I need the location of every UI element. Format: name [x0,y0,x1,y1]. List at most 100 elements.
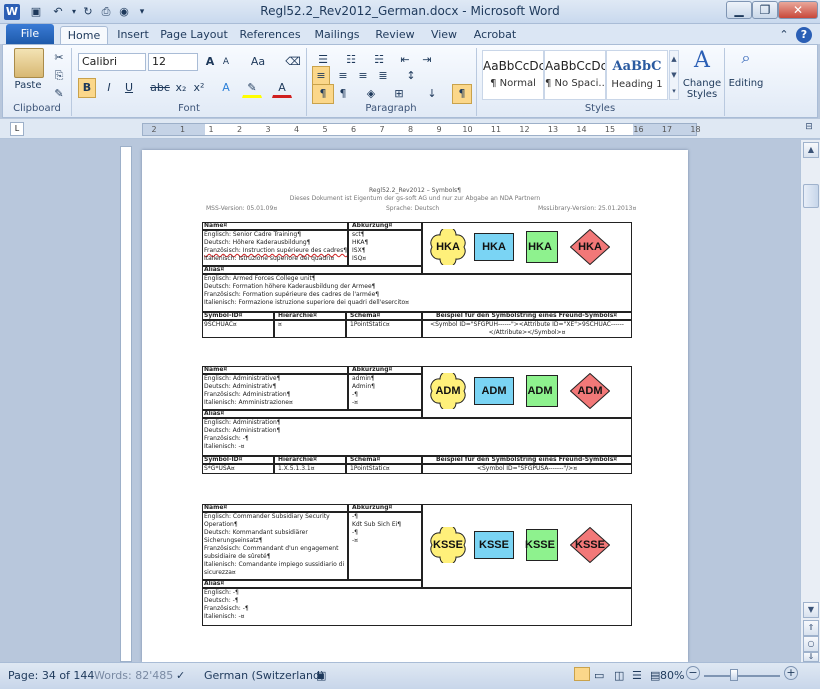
vertical-ruler[interactable] [120,146,132,662]
align-center-icon[interactable]: ≡ [334,66,352,86]
highlight-icon[interactable]: ✎ [242,78,262,98]
name-header: Name¤ [204,504,228,511]
symbol-label: ADM [481,385,507,397]
symbol-label: KSSE [479,539,509,551]
minimize-ribbon-icon[interactable]: ⌃ [776,27,792,43]
grow-font-button[interactable]: A [202,52,218,72]
justify-icon[interactable]: ≣ [374,66,392,86]
zoom-level[interactable]: 80% [660,669,684,682]
style-sample: AaBbC [612,59,662,74]
styles-scroll[interactable]: ▲ ▼ ▾ [669,50,679,100]
abbr-header: Abkürzung¤ [352,366,393,373]
tab-page-layout[interactable]: Page Layout [160,26,228,44]
show-hide-paragraph-icon[interactable]: ¶ [452,84,472,104]
text-effects-icon[interactable]: A [216,78,236,98]
symbol-clover: ADM [428,370,468,412]
select-browse-object-button[interactable]: ○ [803,636,819,652]
previous-page-button[interactable]: ⇑ [803,620,819,636]
styles-group-label: Styles [584,103,616,114]
style-no-spacing[interactable]: AaBbCcDc ¶ No Spaci... [544,50,606,100]
paste-icon[interactable] [14,48,44,78]
close-button[interactable]: ✕ [778,1,818,19]
font-size-field[interactable]: 12 [148,53,198,71]
change-styles-button[interactable]: Change Styles [680,78,724,100]
tab-acrobat[interactable]: Acrobat [468,26,522,44]
ltr-icon[interactable]: ¶ [312,84,334,104]
subscript-button[interactable]: x₂ [172,78,190,98]
beispiel-header: Beispiel für den Symbolstring eines Freu… [436,312,618,319]
outline-view-icon[interactable]: ☰ [632,669,642,682]
change-case-button[interactable]: Aa [246,52,270,72]
symbol-label: KSSE [575,539,605,551]
abbr-line: -¶ [352,529,358,536]
font-color-icon[interactable]: A [272,78,292,98]
copy-icon[interactable]: ⎘ [50,66,68,86]
line-spacing-icon[interactable]: ↕ [400,66,422,86]
bold-button[interactable]: B [78,78,96,98]
next-page-button[interactable]: ⇓ [803,652,819,662]
tab-references[interactable]: References [236,26,304,44]
full-screen-view-icon[interactable]: ▭ [594,669,604,682]
tab-home[interactable]: Home [60,26,108,44]
editing-button[interactable]: Editing [726,78,766,89]
shrink-font-button[interactable]: A [218,52,234,72]
restore-button[interactable]: ❐ [752,1,778,19]
hier-cell [274,320,346,338]
tab-insert[interactable]: Insert [112,26,154,44]
draft-view-icon[interactable]: ▤ [650,669,660,682]
format-painter-icon[interactable]: ✎ [50,84,68,104]
shading-icon[interactable]: ◈ [360,84,382,104]
language-label: Sprache: Deutsch [386,205,440,212]
zoom-out-button[interactable]: − [686,666,700,680]
tab-file[interactable]: File [6,24,54,44]
clear-formatting-icon[interactable]: ⌫ [284,52,302,72]
help-icon[interactable]: ? [796,27,812,43]
beispiel-value: <Symbol ID="SFGPUH------"><Attribute ID=… [430,321,624,336]
tab-selector[interactable]: L [10,122,24,136]
italic-button[interactable]: I [100,78,118,98]
sort-icon[interactable]: ↓ [422,84,442,104]
abbr-line: -¶ [352,513,358,520]
font-name-field[interactable]: Calibri [78,53,146,71]
underline-button[interactable]: U [120,78,138,98]
editing-icon[interactable]: ⌕ [736,48,756,74]
align-left-icon[interactable]: ≡ [312,66,330,86]
minimize-button[interactable]: ▁ [726,1,752,19]
change-styles-icon[interactable]: A [688,48,716,78]
ruler-number: 1 [179,125,186,134]
ruler-number: 9 [436,125,442,134]
horizontal-ruler[interactable]: 2 1 1 2 3 4 5 6 7 8 9 10 11 12 13 14 15 16 17 18 [142,123,701,136]
align-right-icon[interactable]: ≡ [354,66,372,86]
zoom-slider-thumb[interactable] [730,669,738,681]
style-heading-1[interactable]: AaBbC Heading 1 [606,50,668,100]
word-count[interactable]: Words: 82'485 [94,669,173,682]
macro-icon[interactable]: ▣ [316,669,326,682]
web-layout-view-icon[interactable]: ◫ [614,669,624,682]
scroll-thumb[interactable] [803,184,819,208]
schema-header: Schema¤ [350,312,381,319]
zoom-slider-track[interactable] [704,675,780,677]
name-line: Englisch: Commander Subsidiary Security [204,513,330,520]
paste-button[interactable]: Paste [8,80,48,91]
symbol-clover: HKA [428,226,468,268]
scroll-down-button[interactable]: ▼ [803,602,819,618]
alias-line: Italienisch: -¤ [204,613,245,620]
vertical-scrollbar[interactable]: ▲ ▼ ⇑ ○ ⇓ [800,140,820,662]
page-count[interactable]: Page: 34 of 144 [8,669,94,682]
zoom-in-button[interactable]: + [784,666,798,680]
cut-icon[interactable]: ✂ [50,48,68,68]
proofing-icon[interactable]: ✓ [176,669,185,682]
print-layout-view-icon[interactable] [574,667,590,681]
borders-icon[interactable]: ⊞ [388,84,410,104]
strikethrough-button[interactable]: abc [148,78,172,98]
tab-mailings[interactable]: Mailings [308,26,366,44]
superscript-button[interactable]: x² [190,78,208,98]
rtl-icon[interactable]: ¶ [334,84,352,104]
language-status[interactable]: German (Switzerland) [204,669,324,682]
view-ruler-icon[interactable]: ⊟ [802,122,816,136]
document-page[interactable]: Regl52.2_Rev2012 – Symbols¶ Dieses Dokum… [142,150,688,662]
tab-view[interactable]: View [424,26,464,44]
scroll-up-button[interactable]: ▲ [803,142,819,158]
tab-review[interactable]: Review [370,26,420,44]
style-normal[interactable]: AaBbCcDc ¶ Normal [482,50,544,100]
